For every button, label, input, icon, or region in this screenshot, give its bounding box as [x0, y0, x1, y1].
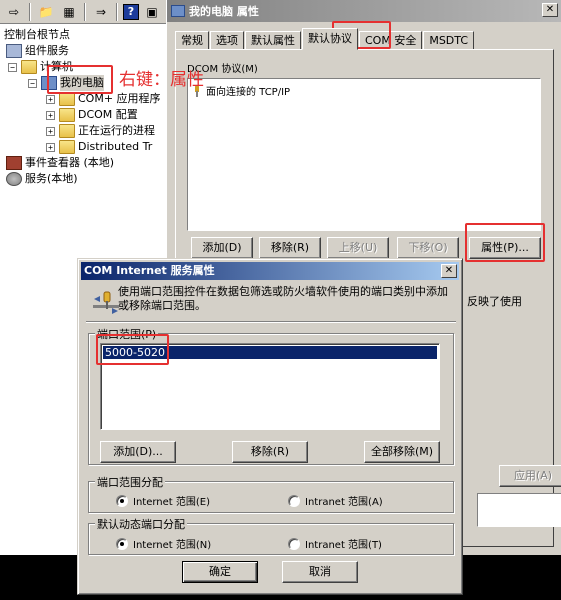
show-hide-tree-icon[interactable]: ▦: [59, 3, 79, 21]
port-range-highlight-box: [96, 334, 169, 365]
tree-node-services[interactable]: 服务(本地): [6, 171, 78, 187]
remove-all-ranges-button[interactable]: 全部移除(M): [364, 441, 440, 463]
default-dynamic-label: 默认动态端口分配: [95, 516, 187, 532]
radio-dot[interactable]: [288, 537, 300, 550]
tree-node-event-viewer[interactable]: 事件查看器 (本地): [6, 155, 114, 171]
toolbar-separator: [116, 2, 118, 21]
event-viewer-icon: [6, 156, 22, 170]
tab-default-protocols[interactable]: 默认协议: [302, 28, 358, 50]
ok-button[interactable]: 确定: [182, 561, 258, 583]
remove-protocol-button[interactable]: 移除(R): [259, 237, 321, 259]
collapse-icon[interactable]: −: [8, 62, 17, 72]
tree-node-component-services[interactable]: 组件服务: [6, 43, 69, 59]
tab-msdtc[interactable]: MSDTC: [423, 31, 475, 50]
expand-icon[interactable]: +: [46, 142, 55, 152]
protocol-label: 面向连接的 TCP/IP: [206, 87, 291, 98]
partial-description-text: 反映了使用: [467, 295, 522, 308]
tree-node-label: Distributed Tr: [78, 140, 153, 153]
tree-node-label: 正在运行的进程: [78, 124, 155, 137]
com-internet-services-dialog: COM Internet 服务属性 ✕ 使用端口范围控件在数据包筛选或防火墙软件…: [77, 258, 463, 595]
expand-icon[interactable]: +: [46, 94, 55, 104]
tree-node-label: 控制台根节点: [4, 28, 70, 41]
move-down-button[interactable]: 下移(O): [397, 237, 459, 259]
right-click-annotation: 右键：属性: [119, 70, 204, 90]
component-services-icon: [6, 44, 22, 58]
folder-icon: [59, 108, 75, 122]
folder-icon: [59, 92, 75, 106]
assignment-internet-radio[interactable]: Internet 范围(E): [116, 493, 210, 508]
divider: [86, 321, 456, 323]
export-list-icon[interactable]: ⇒: [91, 3, 111, 21]
com-dialog-titlebar: COM Internet 服务属性 ✕: [81, 262, 459, 280]
list-item[interactable]: 面向连接的 TCP/IP: [192, 83, 290, 98]
tree-node-running-processes[interactable]: + 正在运行的进程: [46, 123, 155, 139]
close-icon[interactable]: ✕: [441, 264, 457, 278]
toolbar-separator: [29, 2, 31, 21]
tab-default-properties[interactable]: 默认属性: [245, 31, 301, 50]
up-folder-icon[interactable]: 📁: [36, 3, 56, 21]
properties-view-icon[interactable]: ▣: [142, 3, 162, 21]
range-assignment-label: 端口范围分配: [95, 474, 165, 490]
folder-icon: [59, 124, 75, 138]
tab-options[interactable]: 选项: [210, 31, 244, 50]
radio-label: Intranet 范围(A): [305, 497, 383, 508]
properties-titlebar: 我的电脑 属性: [167, 0, 561, 22]
dcom-protocols-list[interactable]: 面向连接的 TCP/IP: [187, 78, 541, 231]
tree-node-root[interactable]: 控制台根节点: [4, 27, 70, 43]
com-dialog-title: COM Internet 服务属性: [84, 264, 215, 277]
folder-icon: [21, 60, 37, 74]
my-computer-highlight-box: [47, 65, 113, 94]
cancel-button[interactable]: 取消: [282, 561, 358, 583]
back-arrow-icon[interactable]: ⇨: [4, 3, 24, 21]
radio-label: Intranet 范围(T): [305, 540, 382, 551]
network-ports-icon: [93, 291, 119, 314]
services-gear-icon: [6, 172, 22, 186]
computer-icon: [171, 5, 185, 17]
tree-node-label: 事件查看器 (本地): [25, 156, 115, 169]
radio-dot[interactable]: [116, 494, 128, 507]
add-range-button[interactable]: 添加(D)...: [100, 441, 176, 463]
tab-general[interactable]: 常规: [175, 31, 209, 50]
radio-dot[interactable]: [116, 537, 128, 550]
partial-panel-fragment: [477, 493, 561, 527]
apply-button[interactable]: 应用(A): [499, 465, 561, 487]
close-icon[interactable]: ✕: [542, 3, 558, 17]
default-internet-radio[interactable]: Internet 范围(N): [116, 536, 211, 551]
collapse-icon[interactable]: −: [28, 78, 37, 88]
com-dialog-description: 使用端口范围控件在数据包筛选或防火墙软件使用的端口类别中添加或移除端口范围。: [118, 285, 448, 312]
properties-button-highlight-box: [465, 223, 545, 262]
radio-label: Internet 范围(E): [133, 497, 211, 508]
toolbar-separator: [84, 2, 86, 21]
properties-title: 我的电脑 属性: [189, 5, 259, 18]
folder-icon: [59, 140, 75, 154]
properties-tabs: 常规 选项 默认属性 默认协议 COM 安全 MSDTC: [175, 28, 475, 50]
help-icon[interactable]: ?: [123, 3, 139, 20]
tree-node-dcom-config[interactable]: + DCOM 配置: [46, 107, 138, 123]
default-intranet-radio[interactable]: Intranet 范围(T): [288, 536, 382, 551]
add-protocol-button[interactable]: 添加(D): [191, 237, 253, 259]
assignment-intranet-radio[interactable]: Intranet 范围(A): [288, 493, 383, 508]
expand-icon[interactable]: +: [46, 126, 55, 136]
radio-label: Internet 范围(N): [133, 540, 212, 551]
radio-dot[interactable]: [288, 494, 300, 507]
tree-node-distributed-tr[interactable]: + Distributed Tr: [46, 139, 152, 155]
expand-icon[interactable]: +: [46, 110, 55, 120]
tree-node-label: DCOM 配置: [78, 108, 138, 121]
tree-node-label: 组件服务: [25, 44, 69, 57]
tree-node-label: 服务(本地): [25, 172, 78, 185]
remove-range-button[interactable]: 移除(R): [232, 441, 308, 463]
move-up-button[interactable]: 上移(U): [327, 237, 389, 259]
